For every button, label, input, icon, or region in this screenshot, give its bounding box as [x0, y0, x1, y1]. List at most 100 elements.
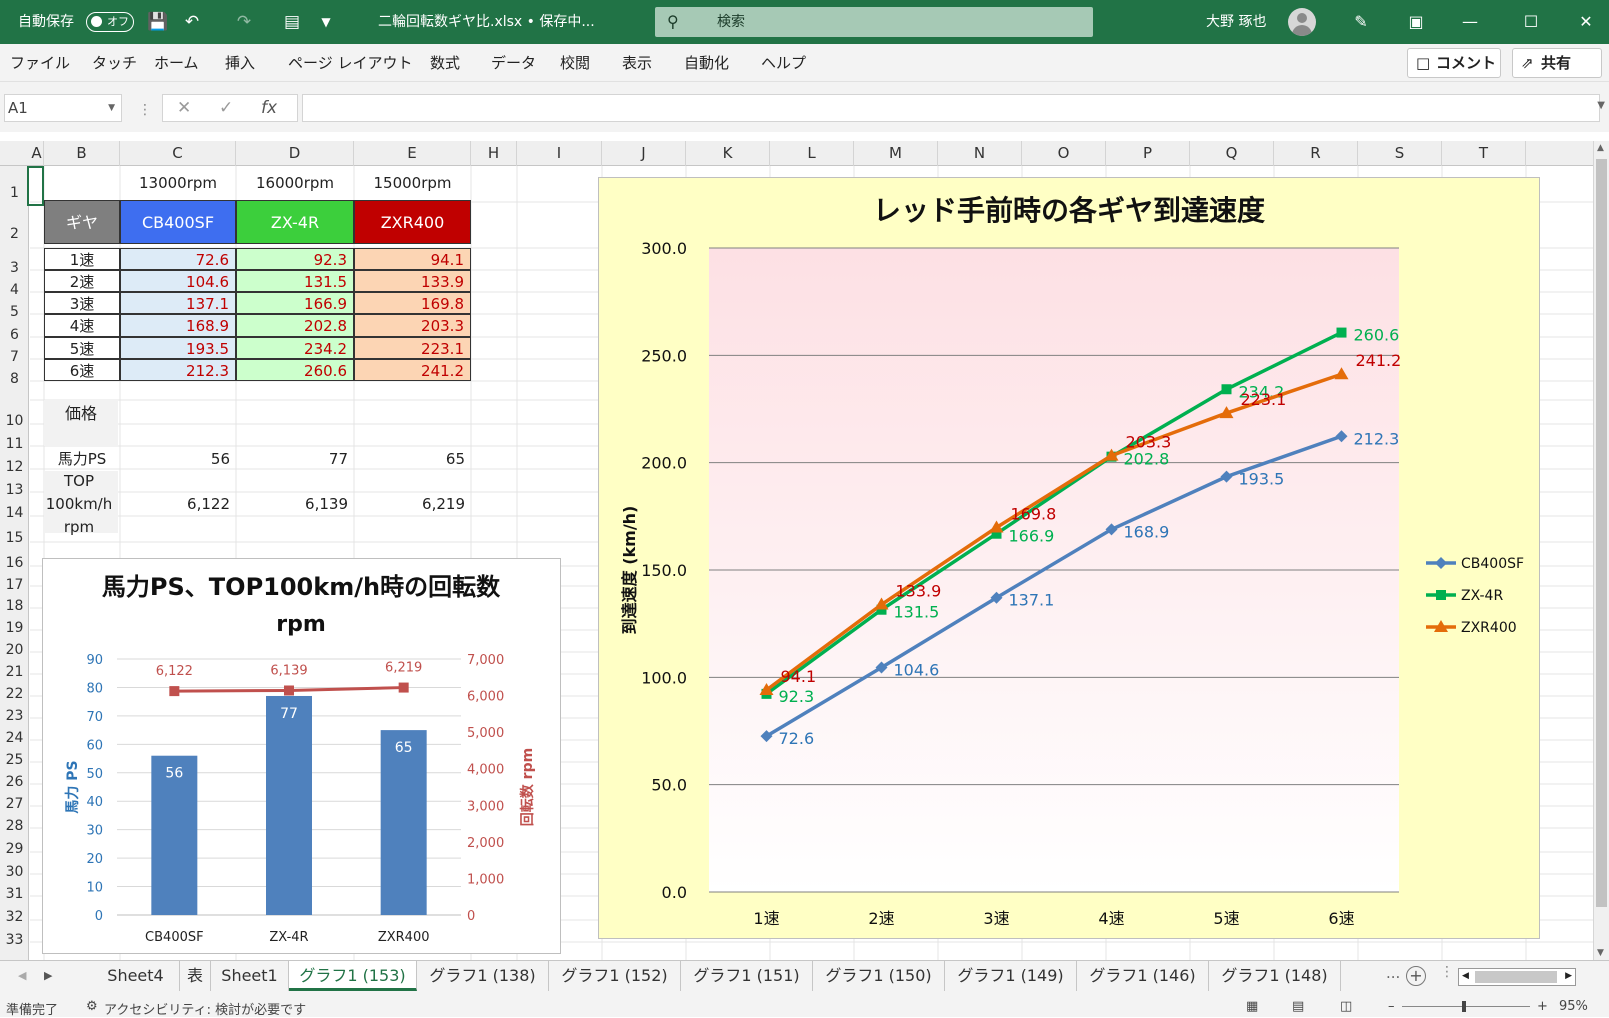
table-cell[interactable]: 193.5 [120, 337, 236, 359]
redo-icon[interactable]: ↷ [232, 10, 256, 34]
column-header[interactable]: O [1022, 141, 1106, 166]
column-header[interactable]: C [120, 141, 236, 166]
minimize-icon[interactable]: — [1447, 0, 1493, 44]
customize-icon[interactable]: ▼ [314, 10, 338, 34]
row-header[interactable]: 7 [0, 350, 29, 364]
sheet-tab[interactable]: Sheet4 [92, 961, 180, 991]
table-header[interactable]: CB400SF [120, 200, 236, 244]
sheet-tab[interactable]: グラフ1 (152) [549, 961, 681, 991]
table-cell[interactable]: 203.3 [354, 314, 471, 337]
row-header[interactable]: 13 [0, 483, 29, 497]
table-cell[interactable]: 260.6 [236, 359, 354, 381]
row-header[interactable]: 22 [0, 687, 29, 701]
menu-item[interactable]: 表示 [622, 44, 652, 82]
top-label[interactable]: rpm [40, 517, 118, 537]
hp-value[interactable]: 56 [120, 448, 230, 470]
sheet-tab[interactable]: グラフ1 (148) [1209, 961, 1341, 991]
row-header[interactable]: 16 [0, 556, 29, 570]
scroll-right-icon[interactable]: ▶ [44, 969, 52, 982]
sheet-tab[interactable]: グラフ1 (138) [417, 961, 549, 991]
column-header[interactable]: B [44, 141, 120, 166]
column-header[interactable]: P [1106, 141, 1190, 166]
page-layout-icon[interactable]: ▤ [1292, 999, 1304, 1014]
gear-label[interactable]: 6速 [44, 359, 120, 381]
row-header[interactable]: 26 [0, 775, 29, 789]
sheet-tab[interactable]: グラフ1 (149) [945, 961, 1077, 991]
column-header[interactable]: R [1274, 141, 1358, 166]
share-button[interactable]: ⇗ 共有 [1512, 48, 1602, 78]
table-cell[interactable]: 137.1 [120, 292, 236, 314]
gear-label[interactable]: 2速 [44, 270, 120, 292]
table-cell[interactable]: 234.2 [236, 337, 354, 359]
gear-label[interactable]: 4速 [44, 314, 120, 337]
row-header[interactable]: 15 [0, 531, 29, 545]
row-header[interactable]: 17 [0, 578, 29, 592]
add-sheet-icon[interactable]: + [1406, 966, 1426, 986]
page-break-icon[interactable]: ◫ [1340, 999, 1352, 1014]
menu-item[interactable]: タッチ [92, 44, 137, 82]
row-header[interactable]: 2 [0, 227, 29, 241]
sheet-tab[interactable]: 表 [180, 961, 211, 991]
column-header[interactable]: A [30, 141, 44, 166]
fx-icon[interactable]: fx [261, 95, 277, 121]
hp-value[interactable]: 65 [354, 448, 465, 470]
table-cell[interactable]: 168.9 [120, 314, 236, 337]
avatar[interactable] [1288, 8, 1316, 36]
sheet-tab[interactable]: グラフ1 (151) [681, 961, 813, 991]
name-box[interactable]: A1 ▼ [4, 94, 122, 122]
table-cell[interactable]: 94.1 [354, 248, 471, 270]
menu-item[interactable]: ファイル [10, 44, 70, 82]
column-header[interactable]: I [517, 141, 602, 166]
expand-formula-icon[interactable]: ▼ [1597, 100, 1605, 111]
row-header[interactable]: 6 [0, 328, 29, 342]
top-label[interactable]: 100km/h [40, 494, 118, 514]
hp-label[interactable]: 馬力PS [44, 448, 120, 470]
sheet-tab[interactable]: Sheet1 [211, 961, 289, 991]
row-header[interactable]: 28 [0, 819, 29, 833]
zoom-slider[interactable] [1402, 1001, 1530, 1012]
table-cell[interactable]: 133.9 [354, 270, 471, 292]
table-cell[interactable]: 169.8 [354, 292, 471, 314]
top-rpm-value[interactable]: 6,122 [120, 494, 230, 514]
menu-item[interactable]: 数式 [430, 44, 460, 82]
close-icon[interactable]: ✕ [1563, 0, 1609, 44]
search-box[interactable]: ⚲ 検索 [655, 7, 1093, 37]
row-header[interactable]: 1 [0, 186, 29, 200]
column-header[interactable]: H [471, 141, 517, 166]
touch-mode-icon[interactable]: ▤ [280, 10, 304, 34]
ribbon-display-icon[interactable]: ▣ [1393, 0, 1439, 44]
column-header[interactable]: K [686, 141, 770, 166]
column-header[interactable]: Q [1190, 141, 1274, 166]
row-header[interactable]: 23 [0, 709, 29, 723]
column-header[interactable]: N [938, 141, 1022, 166]
row-header[interactable]: 31 [0, 887, 29, 901]
maximize-icon[interactable]: ☐ [1508, 0, 1554, 44]
row-header[interactable]: 18 [0, 599, 29, 613]
table-cell[interactable]: 92.3 [236, 248, 354, 270]
row-header[interactable]: 32 [0, 910, 29, 924]
menu-item[interactable]: ページ レイアウト [288, 44, 412, 82]
menu-item[interactable]: ホーム [154, 44, 199, 82]
menu-item[interactable]: ヘルプ [761, 44, 806, 82]
gear-label[interactable]: 1速 [44, 248, 120, 270]
save-icon[interactable]: 💾 [146, 10, 170, 34]
table-cell[interactable]: 241.2 [354, 359, 471, 381]
top-rpm-value[interactable]: 6,219 [354, 494, 465, 514]
row-header[interactable]: 14 [0, 506, 29, 520]
row-header[interactable]: 29 [0, 842, 29, 856]
normal-view-icon[interactable]: ▦ [1246, 999, 1258, 1014]
column-header[interactable]: E [354, 141, 471, 166]
table-cell[interactable]: 212.3 [120, 359, 236, 381]
table-cell[interactable]: 223.1 [354, 337, 471, 359]
scroll-thumb[interactable] [1596, 159, 1607, 907]
autosave-toggle[interactable]: オフ [86, 12, 134, 32]
row-header[interactable]: 21 [0, 665, 29, 679]
row-header[interactable]: 3 [0, 261, 29, 275]
row-header[interactable]: 20 [0, 643, 29, 657]
column-header[interactable]: S [1358, 141, 1442, 166]
sheet-tab[interactable]: グラフ1 (146) [1077, 961, 1209, 991]
column-header[interactable]: T [1442, 141, 1526, 166]
menu-item[interactable]: 自動化 [684, 44, 729, 82]
table-cell[interactable]: 104.6 [120, 270, 236, 292]
pen-icon[interactable]: ✎ [1338, 0, 1384, 44]
